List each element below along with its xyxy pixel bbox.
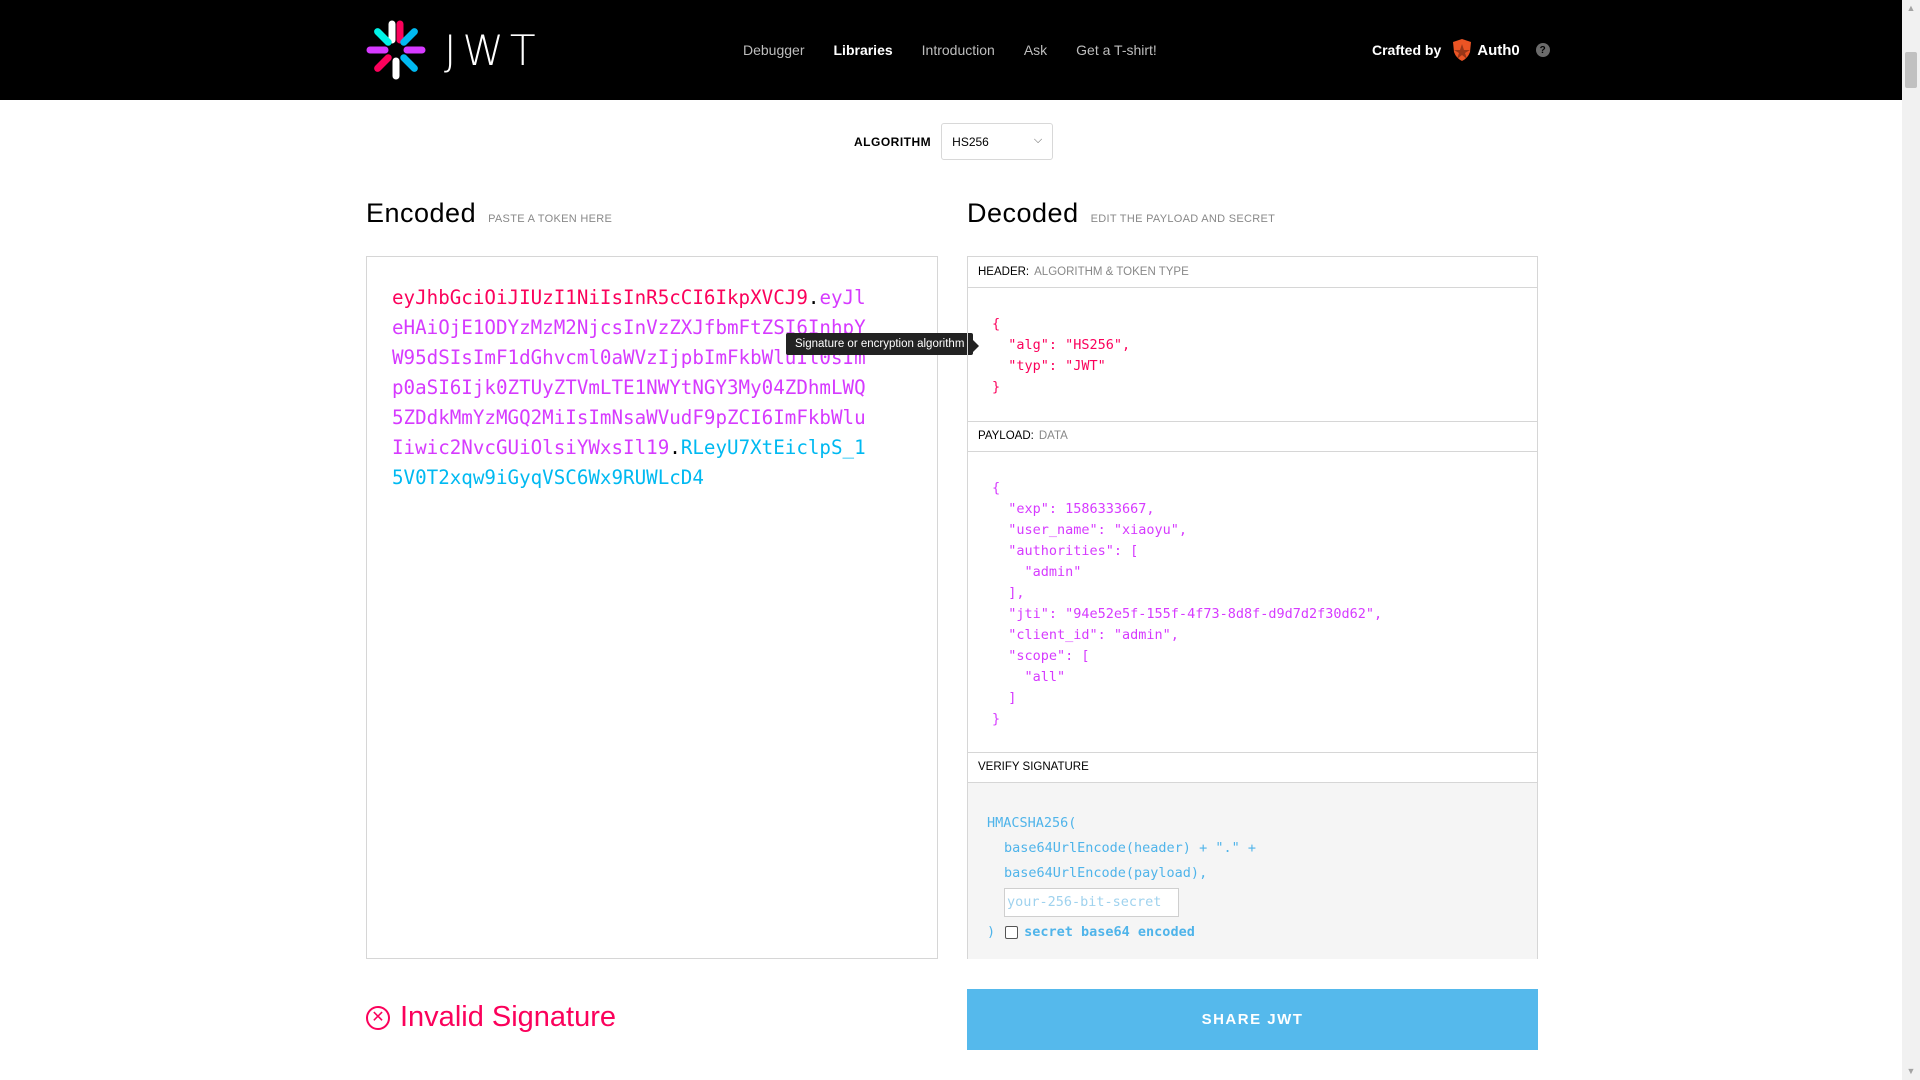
nav-ask[interactable]: Ask — [1024, 42, 1047, 58]
jwt-burst-icon — [366, 20, 426, 80]
algorithm-value: HS256 — [952, 134, 989, 149]
verify-signature-area: HMACSHA256( base64UrlEncode(header) + ".… — [968, 783, 1537, 959]
top-navbar: JWT Debugger Libraries Introduction Ask … — [0, 0, 1902, 100]
jwt-logo[interactable]: JWT — [366, 20, 542, 80]
base64-checkbox[interactable] — [1005, 926, 1019, 939]
payload-label: PAYLOAD: — [978, 430, 1034, 442]
header-json-editor[interactable]: { "alg": "HS256", "typ": "JWT" } — [992, 314, 1130, 398]
algorithm-select[interactable]: HS256 ⌵ — [941, 123, 1054, 160]
token-payload-part: eyJleHAiOjE1ODYzMzM2NjcsInVzZXJfbmFtZSI6… — [392, 286, 866, 459]
circle-x-icon: ✕ — [366, 1005, 390, 1030]
help-icon[interactable]: ? — [1535, 43, 1550, 57]
auth0-brand: Auth0 — [1477, 41, 1520, 59]
encoded-title: Encoded — [366, 198, 477, 228]
auth0-link[interactable]: Auth0 — [1451, 38, 1520, 62]
nav-debugger[interactable]: Debugger — [743, 42, 805, 58]
verify-line-header: base64UrlEncode(header) + "." + — [1004, 840, 1256, 856]
encoded-token[interactable]: eyJhbGciOiJIUzI1NiIsInR5cCI6IkpXVCJ9.eyJ… — [392, 283, 872, 493]
scroll-thumb[interactable] — [1905, 52, 1917, 88]
crafted-label: Crafted by — [1372, 42, 1442, 58]
header-section-title: HEADER: ALGORITHM & TOKEN TYPE — [968, 257, 1537, 288]
algorithm-tooltip: Signature or encryption algorithm — [786, 333, 980, 355]
main-nav: Debugger Libraries Introduction Ask Get … — [743, 0, 1186, 100]
nav-libraries[interactable]: Libraries — [834, 42, 893, 58]
token-dot: . — [807, 286, 820, 309]
base64-label[interactable]: secret base64 encoded — [1024, 920, 1195, 945]
payload-section-title: PAYLOAD: DATA — [968, 421, 1537, 452]
auth0-shield-icon — [1453, 39, 1472, 61]
decoded-heading: Decoded EDIT THE PAYLOAD AND SECRET — [967, 198, 1275, 229]
verify-section-title: VERIFY SIGNATURE — [968, 752, 1537, 783]
invalid-signature-text: Invalid Signature — [400, 1001, 617, 1033]
verify-code: HMACSHA256( base64UrlEncode(header) + ".… — [987, 811, 1256, 945]
payload-sublabel: DATA — [1038, 430, 1068, 442]
encoded-subtitle: PASTE A TOKEN HERE — [488, 213, 613, 225]
token-dot: . — [669, 436, 681, 459]
nav-get-tshirt[interactable]: Get a T-shirt! — [1076, 42, 1157, 58]
header-sublabel: ALGORITHM & TOKEN TYPE — [1034, 266, 1189, 278]
encoded-heading: Encoded PASTE A TOKEN HERE — [366, 198, 612, 229]
page-scrollbar[interactable]: ▲ ▼ — [1902, 0, 1920, 1080]
decoded-subtitle: EDIT THE PAYLOAD AND SECRET — [1090, 213, 1276, 225]
verify-close-paren: ) — [987, 924, 996, 940]
signature-status: ✕ Invalid Signature — [366, 1001, 616, 1034]
logo-wordmark: JWT — [444, 25, 542, 75]
header-label: HEADER: — [978, 266, 1030, 278]
algorithm-label: ALGORITHM — [854, 134, 932, 149]
verify-function: HMACSHA256( — [987, 815, 1077, 831]
algorithm-picker: ALGORITHM HS256 ⌵ — [854, 123, 1054, 160]
payload-json-editor[interactable]: { "exp": 1586333667, "user_name": "xiaoy… — [992, 478, 1382, 730]
decoded-panel: HEADER: ALGORITHM & TOKEN TYPE { "alg": … — [967, 256, 1538, 959]
scroll-up-icon[interactable]: ▲ — [1902, 0, 1920, 17]
secret-input[interactable]: your-256-bit-secret — [1004, 888, 1179, 917]
nav-introduction[interactable]: Introduction — [922, 42, 995, 58]
decoded-title: Decoded — [967, 198, 1079, 228]
share-jwt-button[interactable]: SHARE JWT — [967, 989, 1538, 1050]
chevron-down-icon: ⌵ — [1033, 134, 1043, 146]
base64-option: ) secret base64 encoded — [987, 920, 1256, 945]
encoded-token-editor[interactable]: eyJhbGciOiJIUzI1NiIsInR5cCI6IkpXVCJ9.eyJ… — [366, 256, 938, 959]
crafted-by: Crafted by Auth0 ? — [1372, 0, 1550, 100]
verify-label: VERIFY SIGNATURE — [978, 761, 1089, 773]
verify-line-payload: base64UrlEncode(payload), — [1004, 865, 1208, 881]
token-header-part: eyJhbGciOiJIUzI1NiIsInR5cCI6IkpXVCJ9 — [392, 286, 808, 309]
scroll-down-icon[interactable]: ▼ — [1902, 1063, 1920, 1080]
